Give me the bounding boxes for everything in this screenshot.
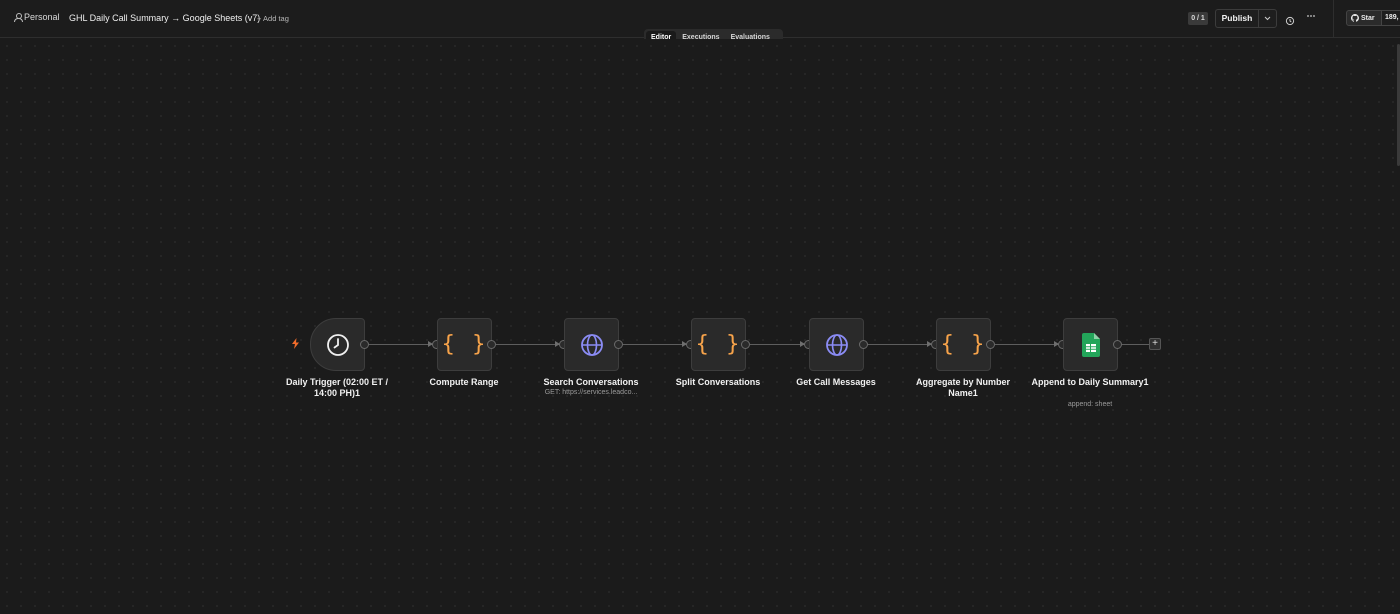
- node-append-daily-summary[interactable]: [1063, 318, 1118, 371]
- node-split-conversations[interactable]: { }: [691, 318, 746, 371]
- node-subtitle: GET: https://services.leadco...: [544, 389, 638, 396]
- globe-icon: [825, 333, 848, 356]
- node-label: Get Call Messages: [796, 377, 876, 387]
- connection-line[interactable]: [750, 344, 804, 345]
- google-sheets-icon: [1081, 332, 1100, 357]
- node-label: Search Conversations: [543, 377, 639, 387]
- code-braces-icon: { }: [441, 332, 488, 357]
- github-star-button[interactable]: Star: [1346, 10, 1382, 26]
- node-compute-range[interactable]: { }: [437, 318, 492, 371]
- add-tag-button[interactable]: + Add tag: [257, 14, 289, 23]
- connection-line[interactable]: [496, 344, 559, 345]
- node-get-call-messages[interactable]: [809, 318, 864, 371]
- node-aggregate-by-number[interactable]: { }: [936, 318, 991, 371]
- github-star-count[interactable]: 189,: [1382, 10, 1400, 26]
- project-label: Personal: [24, 12, 60, 22]
- workflow-title[interactable]: GHL Daily Call Summary → Google Sheets (…: [69, 13, 260, 23]
- user-icon: [14, 13, 23, 22]
- node-label: Compute Range: [429, 377, 499, 387]
- history-button[interactable]: [1285, 13, 1295, 26]
- connection-line[interactable]: [369, 344, 432, 345]
- node-label: Append to Daily Summary1: [1031, 377, 1149, 387]
- more-options-button[interactable]: [1306, 10, 1316, 23]
- code-braces-icon: { }: [695, 332, 742, 357]
- version-badge[interactable]: 0 / 1: [1188, 12, 1208, 25]
- ellipsis-icon: [1307, 15, 1315, 17]
- node-search-conversations[interactable]: [564, 318, 619, 371]
- chevron-down-icon: [1264, 16, 1271, 20]
- connection-line: [1122, 344, 1149, 345]
- header-divider: [1333, 0, 1334, 38]
- output-handle[interactable]: [614, 340, 623, 349]
- output-handle[interactable]: [360, 340, 369, 349]
- output-handle[interactable]: [741, 340, 750, 349]
- clock-icon: [326, 333, 349, 356]
- history-icon: [1285, 16, 1295, 26]
- add-node-button[interactable]: +: [1149, 338, 1161, 350]
- connection-line[interactable]: [995, 344, 1058, 345]
- publish-dropdown-button[interactable]: [1258, 9, 1277, 28]
- output-handle[interactable]: [859, 340, 868, 349]
- output-handle[interactable]: [986, 340, 995, 349]
- globe-icon: [580, 333, 603, 356]
- github-icon: [1351, 14, 1359, 22]
- publish-button[interactable]: Publish: [1215, 9, 1258, 28]
- node-label: Aggregate by Number Name1: [915, 377, 1011, 398]
- node-daily-trigger[interactable]: [310, 318, 365, 371]
- output-handle[interactable]: [1113, 340, 1122, 349]
- breadcrumb-project[interactable]: Personal: [14, 12, 60, 22]
- node-subtitle: append: sheet: [1067, 401, 1113, 408]
- github-star-label: Star: [1361, 14, 1375, 22]
- connection-line[interactable]: [868, 344, 931, 345]
- output-handle[interactable]: [487, 340, 496, 349]
- node-label: Daily Trigger (02:00 ET / 14:00 PH)1: [285, 377, 389, 398]
- code-braces-icon: { }: [940, 332, 987, 357]
- node-label: Split Conversations: [675, 377, 761, 387]
- trigger-bolt-icon: [291, 338, 300, 352]
- connection-line[interactable]: [623, 344, 686, 345]
